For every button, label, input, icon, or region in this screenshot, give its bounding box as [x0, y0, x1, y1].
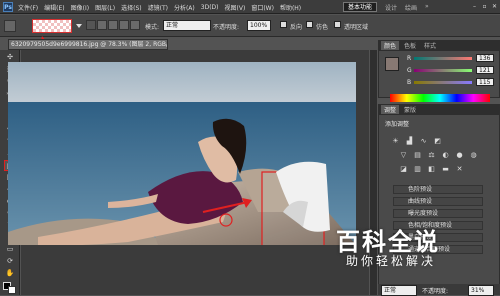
color-balance-icon[interactable]: ⚖ [427, 151, 436, 160]
foreground-color-preview[interactable] [385, 57, 399, 71]
mode-label: 模式: [145, 24, 160, 31]
workspace-painting[interactable]: 绘画 [405, 3, 417, 12]
vibrance-icon[interactable]: ▽ [399, 151, 408, 160]
blue-slider[interactable] [414, 81, 472, 84]
preset-levels[interactable]: 色阶预设 [393, 185, 483, 194]
red-label: R [407, 55, 412, 62]
tab-color[interactable]: 颜色 [381, 41, 400, 50]
blue-value[interactable]: 115 [476, 78, 494, 86]
menu-layer[interactable]: 图层(L) [95, 3, 115, 12]
linear-gradient-icon[interactable] [86, 20, 96, 30]
background-color-swatch[interactable] [8, 286, 16, 294]
gradient-map-icon[interactable]: ▬ [441, 165, 450, 174]
red-value[interactable]: 136 [476, 54, 494, 62]
transparency-label: 透明区域 [344, 24, 369, 31]
mode-select[interactable]: 正常 [163, 20, 211, 31]
red-slider[interactable] [414, 57, 472, 60]
3d-rotate-icon[interactable]: ⟳ [4, 256, 16, 267]
menu-image[interactable]: 图像(I) [71, 3, 89, 12]
color-panel-tabs: 颜色 色板 样式 [378, 40, 500, 50]
document-tab[interactable]: 6320979505d9e6999816.jpg @ 78.3% (图层 2, … [8, 39, 168, 50]
menu-help[interactable]: 帮助(H) [280, 3, 301, 12]
color-panel: R 136 G 121 B 115 [378, 50, 500, 98]
menu-select[interactable]: 选择(S) [121, 3, 142, 12]
options-bar: 模式: 正常 不透明度: 100% 反向 仿色 透明区域 [0, 15, 500, 37]
gradient-picker[interactable] [32, 19, 72, 33]
curves-icon[interactable]: ∿ [419, 137, 428, 146]
diamond-gradient-icon[interactable] [130, 20, 140, 30]
adjustments-title: 添加调整 [385, 121, 410, 128]
reverse-checkbox[interactable] [280, 21, 287, 28]
workspace-design[interactable]: 设计 [385, 3, 397, 12]
exposure-icon[interactable]: ◩ [433, 137, 442, 146]
blue-label: B [407, 79, 412, 86]
restore-icon[interactable]: ▫ [480, 2, 489, 11]
opacity-label: 不透明度: [213, 24, 240, 31]
preset-curves[interactable]: 曲线预设 [393, 197, 483, 206]
radial-gradient-icon[interactable] [97, 20, 107, 30]
layers-options-row: 正常 不透明度: 31% [378, 284, 500, 296]
menu-file[interactable]: 文件(F) [18, 3, 38, 12]
shape-tool-icon[interactable]: ▭ [4, 244, 16, 255]
black-white-icon[interactable]: ◐ [441, 151, 450, 160]
reverse-label: 反向 [290, 24, 303, 31]
watermark-subtitle: 助你轻松解决 [346, 254, 437, 268]
selective-color-icon[interactable]: ✕ [455, 165, 464, 174]
document-photo[interactable] [8, 62, 356, 245]
dither-label: 仿色 [316, 24, 329, 31]
green-slider[interactable] [414, 69, 472, 72]
gradient-tool-preset-icon[interactable] [4, 20, 16, 32]
channel-mixer-icon[interactable]: ◍ [469, 151, 478, 160]
tab-adjustments[interactable]: 调整 [381, 105, 400, 114]
tab-masks[interactable]: 蒙版 [404, 105, 416, 114]
menu-filter[interactable]: 滤镜(T) [148, 3, 168, 12]
layers-blend-mode[interactable]: 正常 [381, 285, 417, 296]
invert-icon[interactable]: ◪ [399, 165, 408, 174]
brightness-icon[interactable]: ☀ [391, 137, 400, 146]
threshold-icon[interactable]: ◧ [427, 165, 436, 174]
adjust-panel-tabs: 调整 蒙版 [378, 104, 500, 114]
color-spectrum-ramp[interactable] [390, 94, 490, 102]
tab-styles[interactable]: 样式 [424, 41, 436, 50]
menu-edit[interactable]: 编辑(E) [44, 3, 64, 12]
menu-window[interactable]: 窗口(W) [251, 3, 274, 12]
photoshop-logo: Ps [3, 2, 13, 12]
layers-opacity-label: 不透明度: [422, 288, 449, 295]
reflected-gradient-icon[interactable] [119, 20, 129, 30]
chevron-down-icon[interactable] [76, 24, 82, 28]
posterize-icon[interactable]: ▥ [413, 165, 422, 174]
menu-view[interactable]: 视图(V) [225, 3, 246, 12]
layers-opacity-input[interactable]: 31% [468, 285, 494, 296]
opacity-input[interactable]: 100% [247, 20, 271, 31]
menu-bar: Ps 文件(F) 编辑(E) 图像(I) 图层(L) 选择(S) 滤镜(T) 分… [0, 0, 500, 14]
watermark: 百科全说 助你轻松解决 [330, 218, 470, 276]
angle-gradient-icon[interactable] [108, 20, 118, 30]
levels-icon[interactable]: ▟ [405, 137, 414, 146]
hand-tool-icon[interactable]: ✋ [4, 268, 16, 279]
preset-exposure[interactable]: 曝光度预设 [393, 209, 483, 218]
main-menu: 文件(F) 编辑(E) 图像(I) 图层(L) 选择(S) 滤镜(T) 分析(A… [18, 0, 301, 14]
menu-3d[interactable]: 3D(D) [201, 4, 219, 11]
transparency-checkbox[interactable] [334, 21, 341, 28]
tab-swatches[interactable]: 色板 [404, 41, 416, 50]
workspace-essentials-button[interactable]: 基本功能 [343, 2, 377, 12]
dither-checkbox[interactable] [306, 21, 313, 28]
close-icon[interactable]: ✕ [490, 2, 499, 11]
menu-analysis[interactable]: 分析(A) [174, 3, 195, 12]
minimize-icon[interactable]: – [470, 2, 479, 11]
photo-filter-icon[interactable]: ● [455, 151, 464, 160]
workspace-more[interactable]: » [425, 3, 429, 10]
green-label: G [407, 67, 412, 74]
green-value[interactable]: 121 [476, 66, 494, 74]
hue-saturation-icon[interactable]: ▤ [413, 151, 422, 160]
